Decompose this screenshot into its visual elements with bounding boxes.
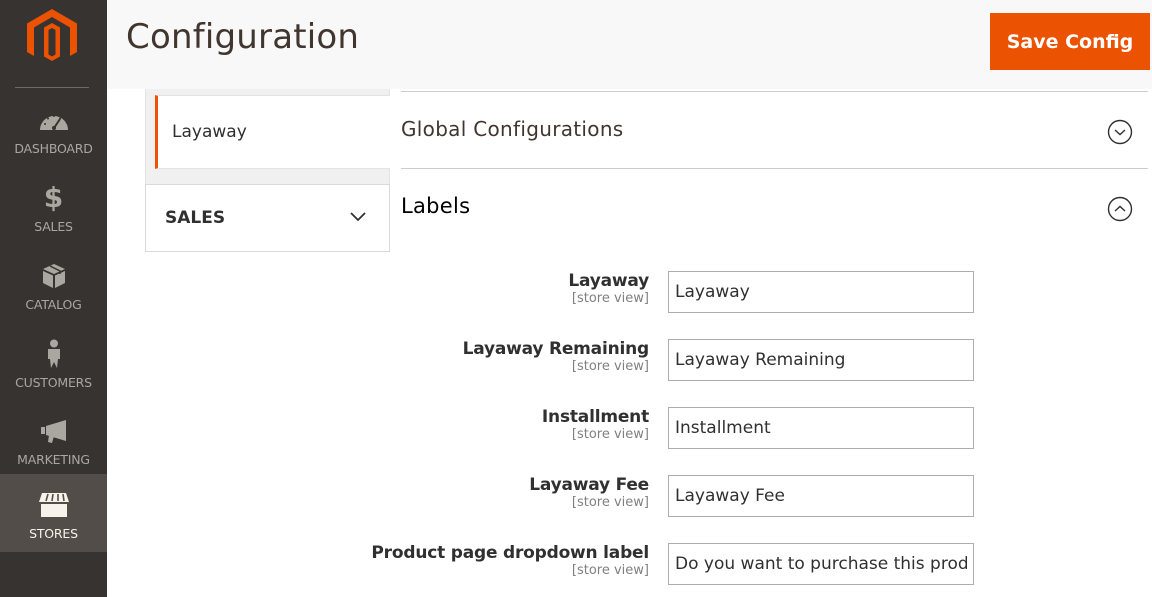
layaway-input[interactable] (668, 271, 974, 313)
layaway-remaining-input[interactable] (668, 339, 974, 381)
nav-item-marketing[interactable]: MARKETING (0, 400, 107, 478)
field-label-text: Product page dropdown label (371, 543, 649, 563)
tab-group-label: SALES (165, 208, 226, 228)
dollar-icon: $ (43, 181, 64, 214)
nav-label: CUSTOMERS (15, 375, 92, 390)
section-labels[interactable]: Labels (401, 194, 470, 218)
box-icon (0, 261, 107, 291)
field-label-text: Installment (541, 407, 649, 427)
nav-label: MARKETING (17, 452, 90, 467)
scope-label: [store view] (571, 427, 649, 442)
installment-input[interactable] (668, 407, 974, 449)
person-icon (0, 339, 107, 369)
nav-label: SALES (34, 219, 73, 234)
dashboard-gauge-icon (0, 105, 107, 135)
scope-label: [store view] (571, 495, 649, 510)
magento-logo-icon[interactable] (27, 9, 77, 61)
field-label-layaway: Layaway [store view] (568, 271, 649, 306)
chevron-down-icon (350, 212, 366, 222)
layaway-fee-input[interactable] (668, 475, 974, 517)
nav-item-stores[interactable]: STORES (0, 474, 107, 552)
nav-item-dashboard[interactable]: DASHBOARD (0, 89, 107, 167)
field-label-layaway-remaining: Layaway Remaining [store view] (462, 339, 650, 374)
product-page-dropdown-label-input[interactable] (668, 543, 974, 585)
admin-sidebar: DASHBOARD $ SALES CATALOG CUSTOMERS MARK… (0, 0, 107, 597)
section-divider (401, 91, 1148, 92)
logo-divider (15, 87, 89, 88)
nav-label: STORES (29, 526, 78, 541)
tab-group-sales[interactable]: SALES (145, 184, 390, 252)
megaphone-icon (0, 416, 107, 446)
nav-item-customers[interactable]: CUSTOMERS (0, 323, 107, 401)
nav-item-catalog[interactable]: CATALOG (0, 245, 107, 323)
circle-chevron-up-icon[interactable] (1107, 196, 1133, 222)
page-title: Configuration (126, 17, 360, 57)
page-header: Configuration Save Config (107, 0, 1152, 89)
save-config-button[interactable]: Save Config (990, 13, 1150, 70)
scope-label: [store view] (571, 291, 649, 306)
field-label-text: Layaway (568, 271, 649, 291)
field-label-layaway-fee: Layaway Fee [store view] (529, 475, 649, 510)
circle-chevron-down-icon[interactable] (1107, 119, 1133, 145)
scope-label: [store view] (571, 359, 649, 374)
tab-label: Layaway (172, 122, 247, 142)
storefront-icon (0, 490, 107, 520)
field-label-product-page-dropdown: Product page dropdown label [store view] (371, 543, 649, 578)
scope-label: [store view] (571, 563, 649, 578)
field-label-text: Layaway Remaining (462, 339, 650, 359)
section-global-configurations[interactable]: Global Configurations (401, 117, 624, 141)
section-divider (401, 168, 1148, 169)
nav-label: CATALOG (25, 297, 82, 312)
nav-label: DASHBOARD (14, 141, 93, 156)
field-label-text: Layaway Fee (529, 475, 649, 495)
nav-item-sales[interactable]: $ SALES (0, 167, 107, 245)
field-label-installment: Installment [store view] (542, 407, 649, 442)
tab-layaway[interactable]: Layaway (155, 95, 390, 169)
